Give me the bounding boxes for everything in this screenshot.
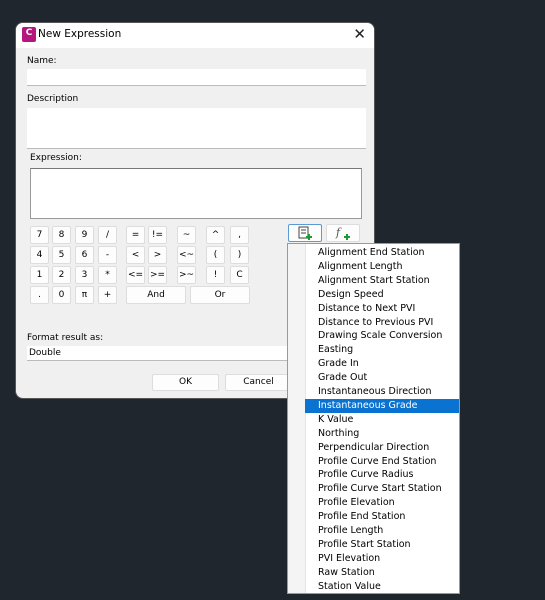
expression-input[interactable] [30,168,362,219]
key-button[interactable]: = [126,226,145,244]
format-label: Format result as: [27,333,104,343]
dropdown-item[interactable]: Grade Out [305,371,459,385]
key-button[interactable]: 1 [30,266,49,284]
description-input[interactable] [27,108,366,149]
menu-gutter [288,244,306,593]
key-button[interactable]: 9 [75,226,94,244]
dropdown-item[interactable]: Profile Curve Radius [305,468,459,482]
key-button[interactable]: <= [126,266,145,284]
dropdown-item[interactable]: Profile Curve End Station [305,455,459,469]
key-button[interactable]: + [98,286,117,304]
key-button[interactable]: 2 [52,266,71,284]
key-button[interactable]: - [98,246,117,264]
dropdown-item[interactable]: Station Value [305,580,459,594]
key-button[interactable]: 3 [75,266,94,284]
key-button[interactable]: π [75,286,94,304]
insert-function-icon: f [335,226,350,240]
dropdown-item[interactable]: Design Speed [305,288,459,302]
key-button[interactable]: != [148,226,167,244]
title-bar: C New Expression ✕ [16,23,374,48]
key-button[interactable]: <~ [177,246,196,264]
insert-function-button[interactable]: f [326,224,360,242]
property-dropdown: Alignment End Station Alignment Length Ali… [287,243,460,594]
key-button[interactable]: 7 [30,226,49,244]
dropdown-item[interactable]: Profile Length [305,524,459,538]
dropdown-item[interactable]: Perpendicular Direction [305,441,459,455]
dropdown-item[interactable]: Raw Station [305,566,459,580]
dropdown-item[interactable]: Distance to Next PVI [305,302,459,316]
key-button[interactable]: 6 [75,246,94,264]
cancel-button[interactable]: Cancel [225,374,292,391]
key-button[interactable]: C [230,266,249,284]
key-button[interactable]: ) [230,246,249,264]
key-button[interactable]: >~ [177,266,196,284]
dropdown-item[interactable]: K Value [305,413,459,427]
close-button[interactable]: ✕ [353,25,366,43]
dropdown-item[interactable]: Profile Elevation [305,496,459,510]
app-icon: C [22,27,36,42]
expression-label: Expression: [30,153,82,163]
dropdown-item[interactable]: Profile End Station [305,510,459,524]
svg-text:f: f [335,226,342,239]
key-button[interactable]: . [30,286,49,304]
key-button[interactable]: 5 [52,246,71,264]
key-button[interactable]: ~ [177,226,196,244]
key-button[interactable]: ! [206,266,225,284]
dropdown-item[interactable]: Instantaneous Direction [305,385,459,399]
dropdown-item[interactable]: Profile Curve Start Station [305,482,459,496]
key-button[interactable]: , [230,226,249,244]
key-button[interactable]: 8 [52,226,71,244]
description-label: Description [27,94,79,104]
key-button[interactable]: ( [206,246,225,264]
dropdown-item[interactable]: Northing [305,427,459,441]
format-select[interactable]: Double [27,346,317,361]
key-button[interactable]: And [126,286,186,304]
insert-property-button[interactable] [288,224,322,242]
dropdown-item[interactable]: Alignment Length [305,260,459,274]
name-input[interactable] [27,69,366,86]
dropdown-item[interactable]: Easting [305,343,459,357]
dialog-title: New Expression [38,28,122,40]
key-button[interactable]: * [98,266,117,284]
dropdown-item[interactable]: Instantaneous Grade [305,398,459,413]
key-button[interactable]: < [126,246,145,264]
dropdown-item[interactable]: Profile Start Station [305,538,459,552]
dropdown-item[interactable]: Distance to Previous PVI [305,316,459,330]
dropdown-item[interactable]: PVI Elevation [305,552,459,566]
name-label: Name: [27,56,57,66]
key-button[interactable]: ^ [206,226,225,244]
ok-button[interactable]: OK [152,374,219,391]
key-button[interactable]: 4 [30,246,49,264]
insert-property-icon [298,226,312,240]
key-button[interactable]: >= [148,266,167,284]
key-button[interactable]: Or [190,286,250,304]
dropdown-item[interactable]: Alignment End Station [305,246,459,260]
dropdown-item[interactable]: Grade In [305,357,459,371]
key-button[interactable]: 0 [52,286,71,304]
dropdown-item[interactable]: Alignment Start Station [305,274,459,288]
key-button[interactable]: / [98,226,117,244]
dropdown-item[interactable]: Drawing Scale Conversion [305,329,459,343]
key-button[interactable]: > [148,246,167,264]
